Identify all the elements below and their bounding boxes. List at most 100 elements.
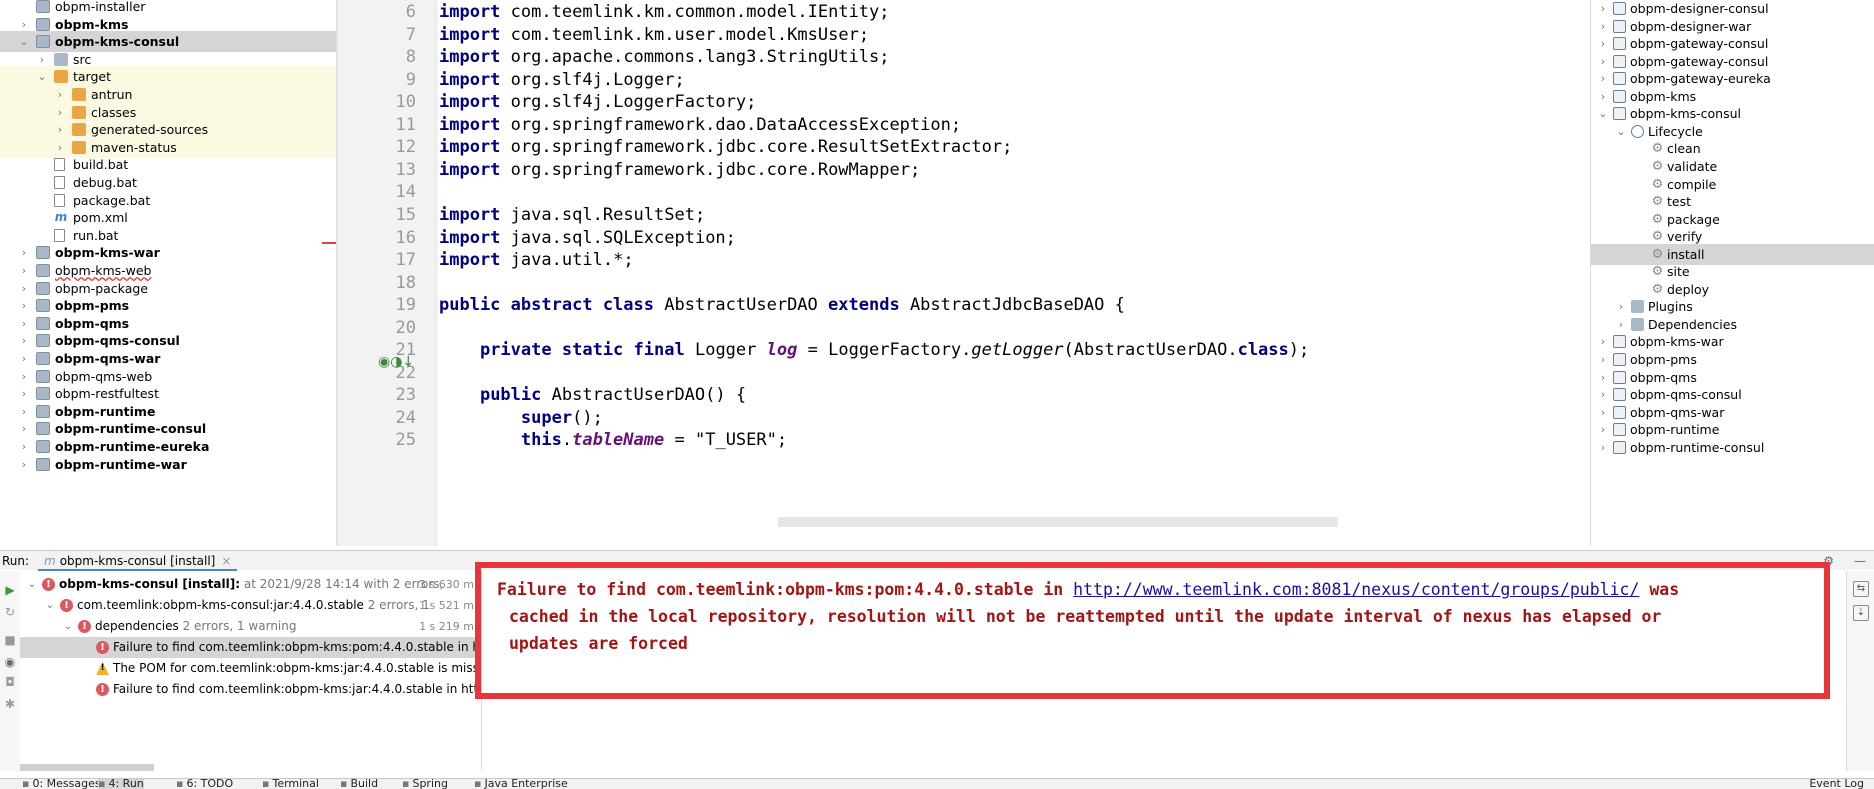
- module-icon: [36, 17, 50, 31]
- chevron-right-icon[interactable]: ›: [18, 454, 30, 475]
- toolwindow-button-build[interactable]: ▪ Build: [340, 778, 379, 789]
- code-line[interactable]: import org.slf4j.LoggerFactory;: [439, 92, 756, 112]
- rerun-failed-icon[interactable]: ↻: [3, 605, 17, 619]
- maven-project-icon: [1613, 423, 1626, 437]
- module-icon: [36, 369, 50, 383]
- toolwindow-button-4-run[interactable]: ▪ 4: Run: [98, 779, 144, 789]
- run-tree-item[interactable]: ⌄! obpm-kms-consul [install]: at 2021/9/2…: [20, 574, 481, 595]
- run-tree-scrollbar[interactable]: [20, 764, 154, 771]
- folder-icon: [1631, 317, 1644, 331]
- code-line[interactable]: public abstract class AbstractUserDAO ex…: [439, 295, 1125, 315]
- run-tree-item-title: com.teemlink:obpm-kms-consul:jar:4.4.0.s…: [77, 598, 364, 612]
- line-number: 19: [395, 295, 416, 316]
- maven-item-obpm-runtime-consul[interactable]: › obpm-runtime-consul: [1591, 437, 1874, 458]
- java-enterprise-icon: ▪: [474, 778, 482, 789]
- error-marker: [322, 242, 336, 244]
- run-tree-item[interactable]: ! The POM for com.teemlink:obpm-kms:jar:4…: [20, 658, 481, 679]
- gear-icon: ⚙: [1651, 229, 1664, 245]
- toolwindow-button-spring[interactable]: ▪ Spring: [402, 779, 448, 789]
- toolwindow-button-0-messages[interactable]: ▪ 0: Messages: [22, 778, 101, 789]
- run-tree-item-meta: 2 errors, 1 warning: [178, 619, 297, 633]
- code-line[interactable]: import com.teemlink.km.user.model.KmsUse…: [439, 25, 869, 45]
- run-tree-item[interactable]: ⌄! dependencies 2 errors, 1 warning 1 s 21…: [20, 616, 481, 637]
- code-line[interactable]: import org.springframework.dao.DataAcces…: [439, 115, 961, 135]
- chevron-down-icon[interactable]: ⌄: [62, 616, 74, 637]
- run-tree-item-title: obpm-kms-consul [install]:: [59, 577, 241, 591]
- bottom-tool-bar: ▪ 0: Messages ▪ 4: Run ▪ 6: TODO ▪ Terminal ▪ Bui…: [0, 778, 1874, 789]
- tree-item-obpm-runtime-war[interactable]: › obpm-runtime-war: [0, 454, 336, 475]
- source-folder-icon: [54, 52, 68, 66]
- code-line[interactable]: import org.apache.commons.lang3.StringUt…: [439, 47, 890, 67]
- code-line[interactable]: import java.sql.ResultSet;: [439, 205, 705, 225]
- camera-icon[interactable]: ◘: [3, 675, 17, 689]
- line-number: 17: [395, 250, 416, 271]
- warning-icon: !: [96, 662, 109, 675]
- run-tab[interactable]: m obpm-kms-consul [install] ×: [38, 551, 238, 571]
- code-line[interactable]: import org.slf4j.Logger;: [439, 70, 685, 90]
- error-icon: !: [96, 683, 109, 696]
- code-line[interactable]: import java.sql.SQLException;: [439, 228, 736, 248]
- run-tree-item[interactable]: ! Failure to find com.teemlink:obpm-kms:j…: [20, 679, 481, 700]
- code-line[interactable]: import org.springframework.jdbc.core.Row…: [439, 160, 920, 180]
- code-line[interactable]: import java.util.*;: [439, 250, 634, 270]
- project-tree-panel: obpm-installer › obpm-kms ⌄ obpm-kms-consul ›…: [0, 0, 336, 546]
- maven-project-icon: [1613, 353, 1626, 366]
- build-icon: ▪: [340, 778, 348, 789]
- settings-icon[interactable]: ✱: [3, 697, 17, 711]
- soft-wrap-icon[interactable]: ⇆: [1853, 581, 1869, 597]
- module-icon: [36, 422, 50, 436]
- line-number: 15: [395, 204, 416, 225]
- code-line[interactable]: import org.springframework.jdbc.core.Res…: [439, 137, 1012, 157]
- implementation-icon[interactable]: ◉◑↓: [378, 354, 414, 370]
- toolwindow-button-6-todo[interactable]: ▪ 6: TODO: [176, 778, 234, 789]
- code-line[interactable]: public AbstractUserDAO() {: [439, 385, 746, 405]
- maven-project-icon: [1613, 72, 1626, 86]
- code-line[interactable]: private static final Logger log = Logger…: [439, 340, 1309, 360]
- maven-icon: m: [44, 554, 56, 568]
- toolwindow-button-terminal[interactable]: ▪ Terminal: [262, 778, 319, 789]
- rerun-icon[interactable]: ▶: [3, 583, 17, 597]
- event-log-button[interactable]: Event Log: [1809, 779, 1864, 789]
- module-icon: [36, 246, 50, 260]
- scroll-to-end-icon[interactable]: ⇣: [1853, 605, 1869, 621]
- maven-project-icon: [1613, 335, 1626, 349]
- toolwindow-button-label: 6: TODO: [186, 778, 234, 789]
- duration: 1 s 219 m: [419, 620, 474, 633]
- toolwindow-button-label: Build: [350, 778, 379, 789]
- run-tree-item-label: com.teemlink:obpm-kms-consul:jar:4.4.0.s…: [77, 595, 430, 616]
- run-tab-label: obpm-kms-consul [install]: [59, 554, 216, 568]
- module-icon: [36, 281, 50, 295]
- stop-icon[interactable]: ■: [3, 633, 17, 647]
- line-number: 11: [395, 114, 416, 135]
- view-icon[interactable]: ◉: [3, 655, 17, 669]
- chevron-down-icon[interactable]: ⌄: [44, 595, 56, 616]
- maven-project-icon: [1613, 107, 1626, 121]
- terminal-icon: ▪: [262, 778, 270, 789]
- minimize-icon[interactable]: —: [1854, 551, 1866, 571]
- chevron-down-icon[interactable]: ⌄: [26, 574, 38, 595]
- maven-project-icon: [1613, 19, 1626, 33]
- toolwindow-button-java-enterprise[interactable]: ▪ Java Enterprise: [474, 778, 568, 789]
- close-icon[interactable]: ×: [221, 554, 231, 568]
- toolwindow-button-label: 0: Messages: [32, 778, 101, 789]
- run-tree-item[interactable]: ⌄! com.teemlink:obpm-kms-consul:jar:4.4.0…: [20, 595, 481, 616]
- code-line[interactable]: this.tableName = "T_USER";: [439, 430, 787, 450]
- toolwindow-button-label: Terminal: [272, 778, 319, 789]
- chevron-right-icon[interactable]: ›: [1597, 437, 1609, 458]
- line-number: 14: [395, 182, 416, 203]
- line-number: 12: [395, 137, 416, 158]
- run-tree-item-label: dependencies 2 errors, 1 warning: [95, 616, 296, 637]
- file-icon: [54, 228, 65, 242]
- run-tree-item-label: The POM for com.teemlink:obpm-kms:jar:4.…: [113, 658, 481, 679]
- code-line[interactable]: import com.teemlink.km.common.model.IEnt…: [439, 2, 890, 22]
- run-tree-item-label: Failure to find com.teemlink:obpm-kms:po…: [113, 637, 481, 658]
- code-line[interactable]: super();: [439, 408, 603, 428]
- module-icon: [36, 404, 50, 418]
- editor-horizontal-scrollbar[interactable]: [778, 517, 1338, 527]
- run-tree-item-title: dependencies: [95, 619, 179, 633]
- module-icon: [36, 316, 50, 330]
- run-tree-item[interactable]: ! Failure to find com.teemlink:obpm-kms:p…: [20, 637, 481, 658]
- folder-icon: [72, 123, 86, 137]
- code-editor[interactable]: 6 7 8 9 10 11 12 13 14 15 16 17 18 19 20 21 22 23 24 25 ◉◑↓ …: [338, 0, 1590, 546]
- module-icon: [36, 352, 50, 365]
